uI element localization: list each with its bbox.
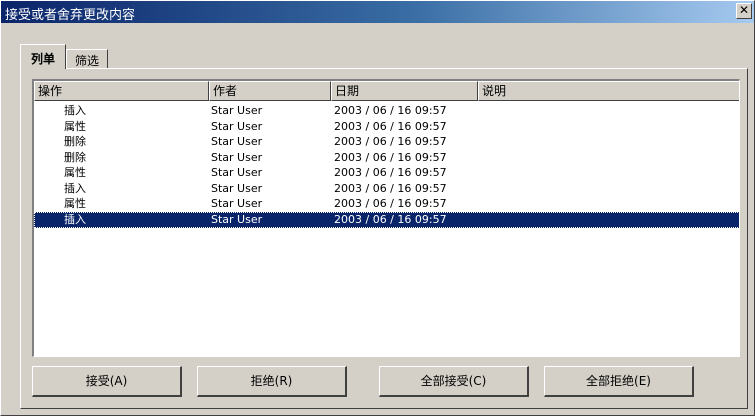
changes-list[interactable]: 操作 作者 日期 说明 插入 Star User 2003 / 06 / 16 09…: [32, 79, 740, 357]
date-cell: 2003 / 06 / 16 09:57: [334, 166, 447, 179]
accept-reject-changes-dialog: 接受或者舍弃更改内容 ✕ 列单 筛选 操作 作者 日期 说明 插入 Star Us…: [0, 0, 755, 416]
author-cell: Star User: [211, 166, 263, 179]
window-title: 接受或者舍弃更改内容: [5, 8, 136, 23]
table-row[interactable]: 删除 Star User 2003 / 06 / 16 09:57: [34, 150, 739, 166]
author-cell: Star User: [211, 197, 263, 210]
date-cell: 2003 / 06 / 16 09:57: [334, 150, 447, 164]
column-header-date[interactable]: 日期: [331, 81, 478, 101]
date-cell: 2003 / 06 / 16 09:57: [334, 119, 447, 133]
close-button[interactable]: ✕: [736, 3, 752, 19]
date-cell: 2003 / 06 / 16 09:57: [334, 135, 447, 148]
list-header: 操作 作者 日期 说明: [34, 81, 739, 101]
tab-list-label: 列单: [30, 52, 55, 66]
date-cell: 2003 / 06 / 16 09:57: [334, 104, 447, 117]
column-label-author: 作者: [213, 84, 238, 98]
table-row[interactable]: 插入 Star User 2003 / 06 / 16 09:57: [34, 211, 739, 228]
date-cell: 2003 / 06 / 16 09:57: [334, 181, 447, 195]
table-row[interactable]: 属性 Star User 2003 / 06 / 16 09:57: [34, 196, 739, 212]
close-icon: ✕: [738, 3, 750, 17]
action-cell: 删除: [64, 135, 86, 148]
column-header-author[interactable]: 作者: [209, 81, 331, 101]
author-cell: Star User: [211, 135, 263, 148]
author-cell: Star User: [211, 119, 263, 133]
action-cell: 删除: [64, 150, 86, 164]
reject-button[interactable]: 拒绝(R): [197, 366, 347, 397]
action-cell: 插入: [64, 212, 86, 226]
table-row[interactable]: 属性 Star User 2003 / 06 / 16 09:57: [34, 119, 739, 135]
tab-filter-label: 筛选: [74, 54, 99, 68]
author-cell: Star User: [211, 104, 263, 117]
action-cell: 属性: [64, 197, 86, 210]
date-cell: 2003 / 06 / 16 09:57: [334, 212, 447, 226]
tab-list[interactable]: 列单: [20, 44, 66, 69]
table-row[interactable]: 属性 Star User 2003 / 06 / 16 09:57: [34, 165, 739, 181]
table-row[interactable]: 删除 Star User 2003 / 06 / 16 09:57: [34, 134, 739, 150]
column-header-comment[interactable]: 说明: [478, 81, 739, 101]
author-cell: Star User: [211, 212, 263, 226]
action-cell: 插入: [64, 181, 86, 195]
action-cell: 属性: [64, 119, 86, 133]
column-label-date: 日期: [335, 84, 360, 98]
column-label-comment: 说明: [482, 84, 507, 98]
table-row[interactable]: 插入 Star User 2003 / 06 / 16 09:57: [34, 103, 739, 119]
tab-filter[interactable]: 筛选: [66, 49, 108, 69]
column-label-action: 操作: [38, 84, 63, 98]
accept-button[interactable]: 接受(A): [32, 366, 182, 397]
title-bar[interactable]: 接受或者舍弃更改内容 ✕: [1, 1, 754, 23]
accept-all-button[interactable]: 全部接受(C): [379, 366, 529, 397]
date-cell: 2003 / 06 / 16 09:57: [334, 197, 447, 210]
action-cell: 属性: [64, 166, 86, 179]
table-row[interactable]: 插入 Star User 2003 / 06 / 16 09:57: [34, 181, 739, 197]
author-cell: Star User: [211, 150, 263, 164]
action-cell: 插入: [64, 104, 86, 117]
column-header-action[interactable]: 操作: [34, 81, 209, 101]
author-cell: Star User: [211, 181, 263, 195]
reject-all-button[interactable]: 全部拒绝(E): [544, 366, 694, 397]
